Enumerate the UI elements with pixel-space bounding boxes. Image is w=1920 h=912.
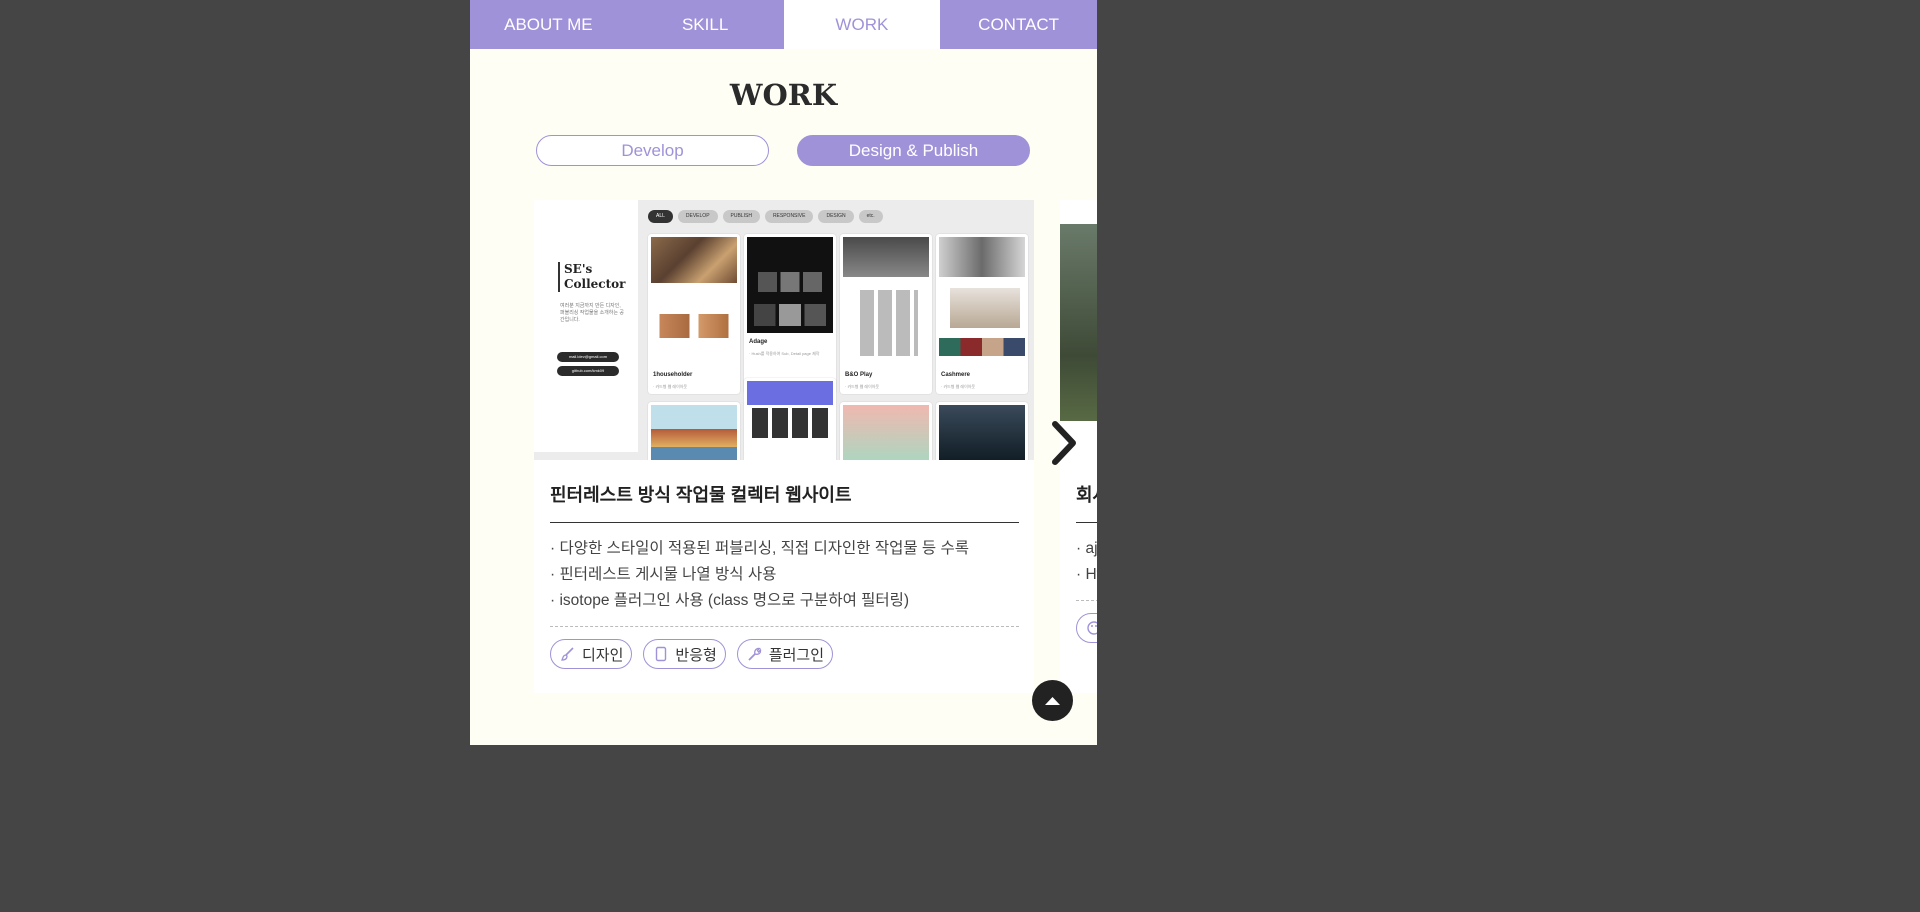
project-tags (1076, 601, 1097, 643)
description-item: · 다양한 스타일이 적용된 퍼블리싱, 직접 디자인한 작업물 등 수록 (550, 540, 969, 557)
thumbnail-chip: ALL (648, 210, 673, 223)
scroll-to-top-button[interactable] (1032, 680, 1073, 721)
thumbnail-chip: RESPONSIVE (764, 210, 814, 223)
thumbnail-item-title: B&O Play (845, 372, 873, 378)
tag-label: 디자인 (582, 646, 624, 664)
nav-tab-about-me[interactable]: ABOUT ME (470, 0, 627, 49)
tag-label: 플러그인 (768, 646, 825, 664)
arrow-up-icon (1045, 697, 1060, 705)
work-page: ABOUT ME SKILL WORK CONTACT WORK Develop… (470, 0, 1097, 745)
thumbnail-item (936, 402, 1028, 460)
project-title: 회사 (1076, 485, 1097, 505)
project-info: 핀터레스트 방식 작업물 컬렉터 웹사이트 · 다양한 스타일이 적용된 퍼블리… (550, 460, 1019, 669)
thumbnail-item-sub: · 카드형 웹 레이아웃 (653, 384, 688, 389)
top-nav: ABOUT ME SKILL WORK CONTACT (470, 0, 1097, 49)
thumbnail-chip: DEVELOP (677, 210, 718, 223)
thumbnail-item-title: Adage (749, 339, 768, 345)
thumbnail-item: B&O Play · 카드형 웹 레이아웃 (840, 234, 932, 394)
nav-tab-skill[interactable]: SKILL (627, 0, 784, 49)
thumbnail-item: Adage · Hush를 적용하여 Sub, Detail page 제작 (744, 234, 836, 394)
project-description-list: · aj · Ht (1076, 523, 1097, 588)
thumbnail-item-sub: · Hush를 적용하여 Sub, Detail page 제작 (749, 351, 820, 356)
project-card: SE's Collector 여러분 지금까지 만든 디자인, 퍼블리싱 작업물… (534, 200, 1034, 693)
tag-design[interactable]: 디자인 (550, 639, 633, 669)
thumbnail-item (840, 402, 932, 460)
nav-tab-contact[interactable]: CONTACT (940, 0, 1097, 49)
thumbnail-item-sub: · 카드형 웹 레이아웃 (941, 384, 976, 389)
chevron-right-icon[interactable] (1050, 420, 1080, 466)
thumbnail-item: Cashmere · 카드형 웹 레이아웃 (936, 234, 1028, 394)
wrench-icon (748, 647, 761, 661)
palette-icon (1087, 621, 1097, 635)
filter-design-publish-button[interactable]: Design & Publish (797, 135, 1030, 166)
project-description-list: · 다양한 스타일이 적용된 퍼블리싱, 직접 디자인한 작업물 등 수록 · … (550, 523, 1019, 614)
brush-icon (560, 647, 574, 661)
thumbnail-filter-chips: ALL DEVELOP PUBLISH RESPONSIVE DESIGN et… (648, 210, 883, 223)
thumbnail-chip: PUBLISH (722, 210, 760, 223)
thumbnail-chip: DESIGN (818, 210, 854, 223)
thumbnail-item-sub: · 카드형 웹 레이아웃 (845, 384, 880, 389)
tag-design[interactable] (1076, 613, 1097, 643)
tag-label: 반응형 (675, 646, 717, 664)
thumbnail-item: 1householder · 카드형 웹 레이아웃 (648, 234, 740, 394)
project-info: 회사 · aj · Ht (1076, 460, 1097, 643)
description-item: · aj (1076, 540, 1097, 557)
section-title: WORK (729, 78, 838, 112)
description-item: · isotope 플러그인 사용 (class 명으로 구분하여 필터링) (550, 592, 910, 609)
description-item: · Ht (1076, 566, 1097, 583)
thumbnail-item (648, 402, 740, 460)
thumbnail-sidebar: SE's Collector 여러분 지금까지 만든 디자인, 퍼블리싱 작업물… (534, 200, 638, 452)
nav-tab-work[interactable]: WORK (783, 0, 941, 49)
project-thumbnail[interactable]: SE's Collector 여러분 지금까지 만든 디자인, 퍼블리싱 작업물… (534, 200, 1034, 460)
tag-plugin[interactable]: 플러그인 (736, 639, 834, 669)
thumbnail-item-title: 1householder (653, 372, 693, 378)
thumbnail-item-title: Cashmere (941, 372, 971, 378)
thumbnail-chip: etc. (858, 210, 883, 223)
thumbnail-github-pill: github.com/kmk09 (557, 366, 619, 376)
tag-responsive[interactable]: 반응형 (643, 639, 726, 669)
mobile-icon (656, 646, 667, 662)
description-item: · 핀터레스트 게시물 나열 방식 사용 (550, 566, 777, 583)
thumbnail-brand: SE's Collector (558, 262, 625, 292)
filter-develop-button[interactable]: Develop (536, 135, 769, 166)
thumbnail-email-pill: mail.ldev@gmail.com (557, 352, 619, 362)
project-title: 핀터레스트 방식 작업물 컬렉터 웹사이트 (550, 485, 852, 505)
project-tags: 디자인 반응형 플러그인 (550, 627, 1019, 669)
thumbnail-description: 여러분 지금까지 만든 디자인, 퍼블리싱 작업물을 소개하는 공간입니다. (560, 303, 624, 323)
thumbnail-item (744, 378, 836, 460)
